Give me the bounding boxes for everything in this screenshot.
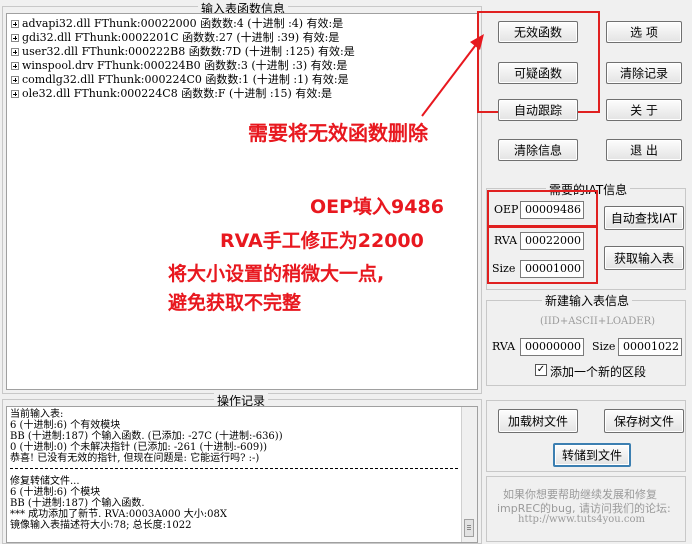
log-line: 6 (十进制:6) 个模块 <box>10 487 101 498</box>
log-line: 恭喜! 已没有无效的指针, 但现在问题是: 它能运行吗? :-) <box>10 453 260 464</box>
clear-info-button[interactable]: 清除信息 <box>498 139 578 161</box>
expand-icon[interactable] <box>11 62 19 70</box>
new-rva-input[interactable]: 00000000 <box>520 338 584 356</box>
annotation-size-1: 将大小设置的稍微大一点, <box>168 263 385 285</box>
log-textbox[interactable]: 当前输入表: 6 (十进制:6) 个有效模块 BB (十进制:187) 个输入函… <box>6 406 478 543</box>
add-section-checkbox[interactable]: ✓ <box>535 364 547 376</box>
expand-icon[interactable] <box>11 34 19 42</box>
new-import-subtitle: (IID+ASCII+LOADER) <box>540 316 656 327</box>
clear-log-button[interactable]: 清除记录 <box>606 62 682 84</box>
add-section-label[interactable]: 添加一个新的区段 <box>550 363 646 380</box>
footer-url[interactable]: http://www.tuts4you.com <box>518 514 645 525</box>
annotation-delete-invalid: 需要将无效函数删除 <box>248 121 428 145</box>
tree-item[interactable]: comdlg32.dll FThunk:000224C0 函数数:1 (十进制 … <box>11 73 349 87</box>
log-line: *** 成功添加了新节. RVA:0003A000 大小:08X <box>10 509 227 520</box>
new-size-label: Size <box>592 340 616 353</box>
auto-find-iat-button[interactable]: 自动查找IAT <box>604 206 684 230</box>
annotation-oep: OEP填入9486 <box>310 196 444 218</box>
new-rva-label: RVA <box>492 340 516 353</box>
log-line: 修复转储文件... <box>10 476 80 487</box>
log-line: 当前输入表: <box>10 409 64 420</box>
tree-item[interactable]: user32.dll FThunk:000222B8 函数数:7D (十进制 :… <box>11 45 355 59</box>
log-line: 6 (十进制:6) 个有效模块 <box>10 420 121 431</box>
expand-icon[interactable] <box>11 90 19 98</box>
dump-to-file-button[interactable]: 转储到文件 <box>553 443 631 467</box>
expand-icon[interactable] <box>11 48 19 56</box>
about-button[interactable]: 关 于 <box>606 99 682 121</box>
save-tree-button[interactable]: 保存树文件 <box>604 409 684 433</box>
exit-button[interactable]: 退 出 <box>606 139 682 161</box>
log-scrollbar[interactable] <box>461 407 477 542</box>
tree-item[interactable]: ole32.dll FThunk:000224C8 函数数:F (十进制 :15… <box>11 87 332 101</box>
get-imports-button[interactable]: 获取输入表 <box>604 246 684 270</box>
log-line: BB (十进制:187) 个输入函数. (已添加: -27C (十进制:-636… <box>10 431 283 442</box>
annotation-size-2: 避免获取不完整 <box>168 292 302 314</box>
log-line: 0 (十进制:0) 个未解决指针 (已添加: -261 (十进制:-609)) <box>10 442 268 453</box>
highlight-oep <box>487 190 598 227</box>
log-separator <box>10 468 458 469</box>
options-button[interactable]: 选 项 <box>606 21 682 43</box>
auto-trace-button[interactable]: 自动跟踪 <box>498 99 578 121</box>
annotation-rva: RVA手工修正为22000 <box>220 230 424 252</box>
expand-icon[interactable] <box>11 20 19 28</box>
suspicious-functions-button[interactable]: 可疑函数 <box>498 62 578 84</box>
log-line: 镜像输入表描述符大小:78; 总长度:1022 <box>10 520 192 531</box>
highlight-rva-size <box>487 226 598 284</box>
tree-item[interactable]: advapi32.dll FThunk:00022000 函数数:4 (十进制 … <box>11 17 343 31</box>
tree-item[interactable]: gdi32.dll FThunk:0002201C 函数数:27 (十进制 :3… <box>11 31 339 45</box>
log-line: BB (十进制:187) 个输入函数. <box>10 498 145 509</box>
expand-icon[interactable] <box>11 76 19 84</box>
new-import-title: 新建输入表信息 <box>542 292 633 309</box>
tree-item[interactable]: winspool.drv FThunk:000224B0 函数数:3 (十进制 … <box>11 59 347 73</box>
load-tree-button[interactable]: 加载树文件 <box>498 409 578 433</box>
new-size-input[interactable]: 00001022 <box>618 338 682 356</box>
scrollbar-thumb[interactable] <box>464 519 474 537</box>
